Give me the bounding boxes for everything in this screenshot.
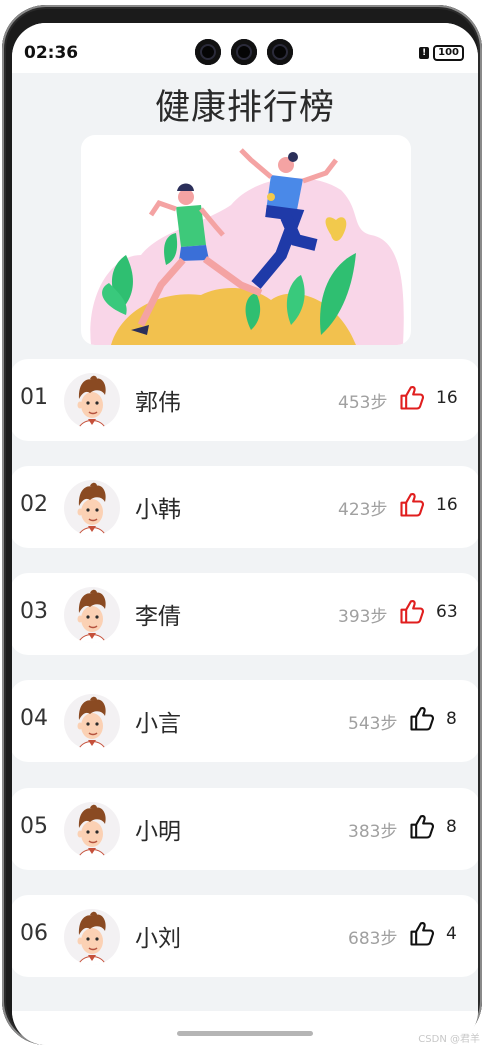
home-indicator[interactable] [177,1031,313,1036]
like-count: 4 [446,924,457,944]
watermark: CSDN @君羊 [418,1034,480,1045]
step-count: 393步 [338,607,388,627]
cartoon-face-icon [77,696,106,750]
player-name: 小韩 [135,497,181,523]
cartoon-face-icon [77,589,106,643]
status-indicators: ! 100 [419,45,464,61]
step-count: 683步 [348,929,398,949]
ranking-row[interactable]: 05 小明 383步 8 [12,788,478,870]
like-count: 8 [446,817,457,837]
thumbs-up-icon[interactable] [398,384,426,412]
avatar [64,480,120,536]
thumbs-up-icon[interactable] [408,813,436,841]
step-count: 383步 [348,822,398,842]
thumbs-up-icon[interactable] [408,705,436,733]
camera-cutout [195,39,293,65]
avatar [64,373,120,429]
device-frame: 02:36 ! 100 健康排行榜 01 郭伟 453步 16 02 小韩 42… [0,0,486,1051]
phone-bezel: 02:36 ! 100 健康排行榜 01 郭伟 453步 16 02 小韩 42… [2,5,482,1045]
ranking-row[interactable]: 01 郭伟 453步 16 [12,359,478,441]
cartoon-face-icon [77,911,106,965]
battery-icon: 100 [433,45,464,61]
avatar [64,694,120,750]
step-count: 543步 [348,714,398,734]
player-name: 小言 [135,711,181,737]
rank-number: 03 [20,599,48,624]
page-title: 健康排行榜 [154,88,335,128]
camera-icon [195,39,221,65]
status-bar: 02:36 ! 100 [12,23,478,73]
screen: 02:36 ! 100 健康排行榜 01 郭伟 453步 16 02 小韩 42… [12,23,478,1045]
player-name: 李倩 [135,604,181,630]
rank-number: 06 [20,921,48,946]
thumbs-up-icon[interactable] [398,598,426,626]
cartoon-face-icon [77,482,106,536]
ranking-row[interactable]: 03 李倩 393步 63 [12,573,478,655]
like-count: 63 [436,602,458,622]
battery-level: 100 [438,47,459,58]
camera-icon [267,39,293,65]
alert-icon: ! [419,47,430,59]
cartoon-face-icon [77,804,106,858]
avatar [64,802,120,858]
status-time: 02:36 [24,43,79,63]
player-name: 小明 [135,819,181,845]
player-name: 郭伟 [135,390,181,416]
banner-illustration [81,135,411,345]
step-count: 423步 [338,500,388,520]
ranking-row[interactable]: 06 小刘 683步 4 [12,895,478,977]
bottom-area [12,1011,478,1045]
avatar [64,587,120,643]
step-count: 453步 [338,393,388,413]
like-count: 16 [436,388,458,408]
like-count: 8 [446,709,457,729]
camera-icon [231,39,257,65]
ranking-row[interactable]: 04 小言 543步 8 [12,680,478,762]
running-people-illustration [90,148,404,345]
avatar [64,909,120,965]
player-name: 小刘 [135,926,181,952]
thumbs-up-icon[interactable] [408,920,436,948]
like-count: 16 [436,495,458,515]
rank-number: 04 [20,706,48,731]
rank-number: 05 [20,814,48,839]
rank-number: 02 [20,492,48,517]
thumbs-up-icon[interactable] [398,491,426,519]
ranking-row[interactable]: 02 小韩 423步 16 [12,466,478,548]
rank-number: 01 [20,385,48,410]
cartoon-face-icon [77,375,106,429]
